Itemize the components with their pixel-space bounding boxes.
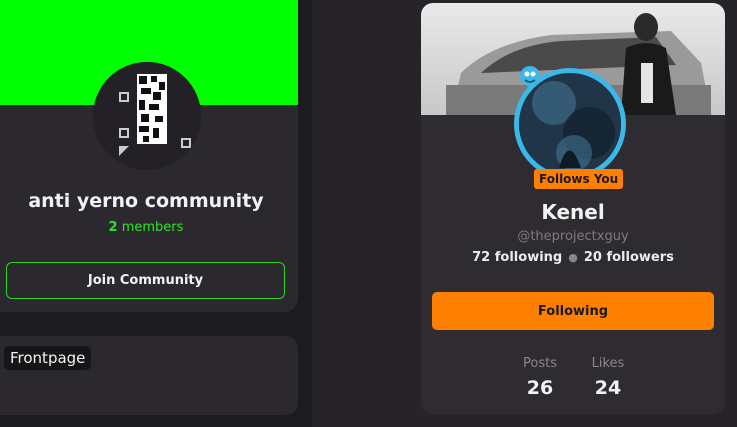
- member-count: 2: [108, 220, 118, 235]
- profile-card: Follows You Kenel @theprojectxguy 72 fol…: [421, 3, 725, 414]
- qr-pattern-icon: [93, 62, 201, 170]
- posts-label: Posts: [523, 356, 557, 371]
- likes-count: 24: [594, 377, 622, 399]
- community-avatar[interactable]: [93, 62, 201, 170]
- followers-count-link[interactable]: 20 followers: [584, 250, 674, 265]
- posts-count: 26: [526, 377, 554, 399]
- profile-name: Kenel: [541, 200, 605, 224]
- posts-stat[interactable]: Posts 26: [510, 356, 570, 399]
- join-community-button[interactable]: Join Community: [6, 262, 285, 299]
- following-count-link[interactable]: 72 following: [472, 250, 562, 265]
- avatar-badge-icon: [519, 65, 541, 87]
- likes-label: Likes: [591, 356, 625, 371]
- profile-handle: @theprojectxguy: [517, 229, 629, 244]
- member-label: members: [121, 220, 184, 235]
- follow-stats: 72 following ● 20 followers: [421, 250, 725, 265]
- avatar-art-icon: [519, 73, 621, 175]
- likes-stat[interactable]: Likes 24: [578, 356, 638, 399]
- frontpage-tab[interactable]: Frontpage: [4, 346, 92, 370]
- following-button[interactable]: Following: [432, 292, 714, 330]
- follows-you-badge: Follows You: [534, 169, 624, 189]
- community-member-count: 2 members: [0, 220, 292, 235]
- community-name: anti yerno community: [28, 190, 264, 212]
- community-card: anti yerno community 2 members Join Comm…: [0, 0, 298, 312]
- separator-dot: ●: [568, 251, 578, 264]
